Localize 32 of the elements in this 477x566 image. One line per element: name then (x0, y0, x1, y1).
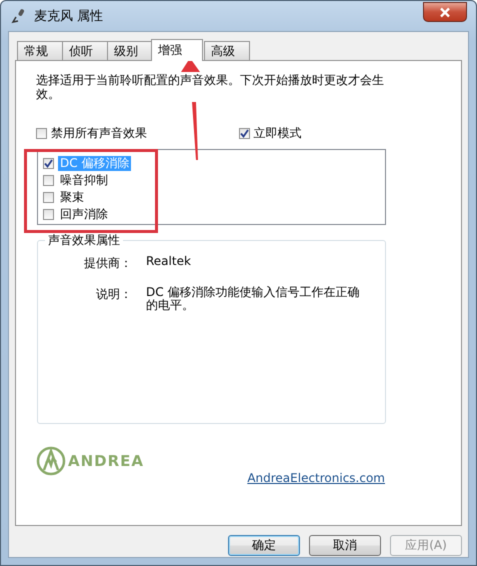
close-icon (439, 6, 451, 18)
tab[interactable]: 常规 (17, 41, 63, 60)
dialog-button[interactable]: 取消 (309, 535, 381, 556)
checkbox[interactable] (36, 128, 47, 139)
logo-text: ANDREA (68, 452, 144, 470)
window-title: 麦克风 属性 (34, 8, 104, 25)
arrow-shaft-annotation (192, 102, 198, 160)
checkbox-label: 立即模式 (254, 125, 302, 142)
description-text: 选择适用于当前聆听配置的声音效果。下次开始播放时更改才会生效。 (36, 73, 385, 101)
checkbox[interactable] (43, 209, 54, 220)
field-value: Realtek (146, 255, 192, 270)
close-button[interactable] (423, 2, 467, 22)
field-label: 提供商： (83, 255, 132, 272)
list-item[interactable]: 聚束 (58, 190, 86, 205)
tab[interactable]: 级别 (107, 41, 153, 60)
arrowhead-annotation (180, 58, 202, 72)
checkbox[interactable] (238, 128, 250, 139)
tab[interactable]: 高级 (204, 41, 250, 60)
vendor-link[interactable]: AndreaElectronics.com (247, 471, 385, 485)
checkbox[interactable] (43, 175, 54, 186)
checkbox-label: 禁用所有声音效果 (51, 125, 147, 142)
checkbox[interactable] (43, 192, 54, 203)
field-label: 说明： (95, 286, 132, 303)
checkbox[interactable] (43, 158, 54, 169)
field-value: DC 偏移消除功能使输入信号工作在正确的电平。 (146, 286, 360, 312)
tab[interactable]: 侦听 (62, 41, 108, 60)
list-item[interactable]: 噪音抑制 (58, 173, 110, 188)
tab[interactable]: 增强 (151, 39, 203, 61)
logo-emblem-icon (36, 446, 66, 476)
list-item[interactable]: 回声消除 (58, 207, 110, 222)
group-title: 声音效果属性 (45, 232, 123, 249)
dialog-button[interactable]: 确定 (228, 535, 300, 556)
